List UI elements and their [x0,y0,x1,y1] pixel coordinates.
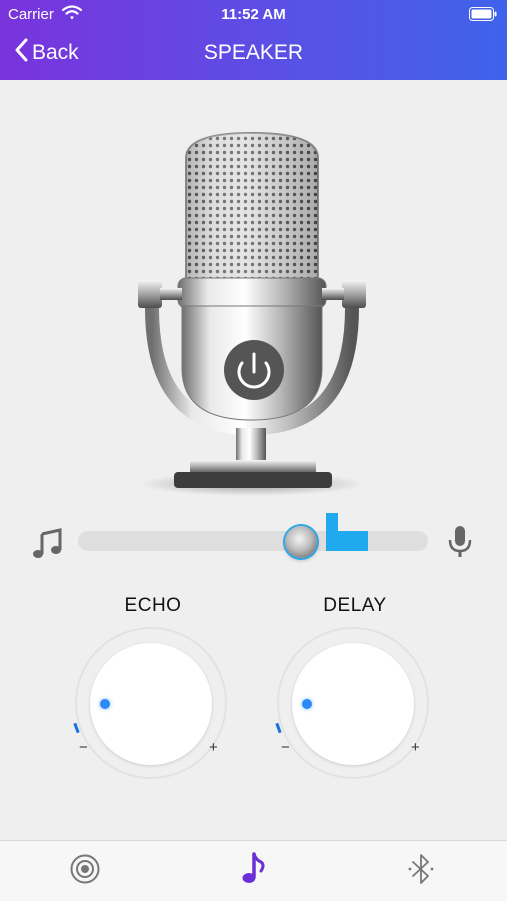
echo-knob-area: − + [73,625,233,785]
volume-slider-thumb[interactable] [285,526,317,558]
delay-control: DELAY − + [275,595,435,779]
header-bar: Carrier 11:52 AM Back SPEAKER [0,0,507,80]
delay-knob[interactable] [292,643,414,765]
delay-label: DELAY [323,595,387,616]
echo-knob-indicator [100,699,110,709]
music-note-icon [241,851,265,892]
status-bar: Carrier 11:52 AM [0,0,507,28]
battery-icon [469,7,497,25]
clock: 11:52 AM [221,6,286,23]
delay-minus-label: − [281,739,290,756]
echo-minus-label: − [79,739,88,756]
echo-knob[interactable] [90,643,212,765]
microphone-illustration [130,128,370,500]
volume-slider-row [0,513,507,570]
bluetooth-icon [406,852,436,891]
music-note-icon [30,526,64,565]
page-title: SPEAKER [203,41,304,64]
delay-plus-label: + [411,739,420,756]
tab-bluetooth[interactable] [401,853,441,889]
tab-music[interactable] [233,851,273,892]
delay-knob-indicator [302,699,312,709]
slider-level-marker [322,511,382,566]
echo-control: ECHO − + [73,595,233,779]
tab-target[interactable] [65,853,105,889]
target-icon [69,853,101,890]
volume-slider-track[interactable] [78,513,428,551]
tab-bar [0,840,507,901]
echo-label: ECHO [124,595,182,616]
navigation-bar: Back SPEAKER [0,36,507,72]
delay-knob-area: − + [275,625,435,785]
echo-plus-label: + [209,739,218,756]
microphone-icon [447,524,473,565]
